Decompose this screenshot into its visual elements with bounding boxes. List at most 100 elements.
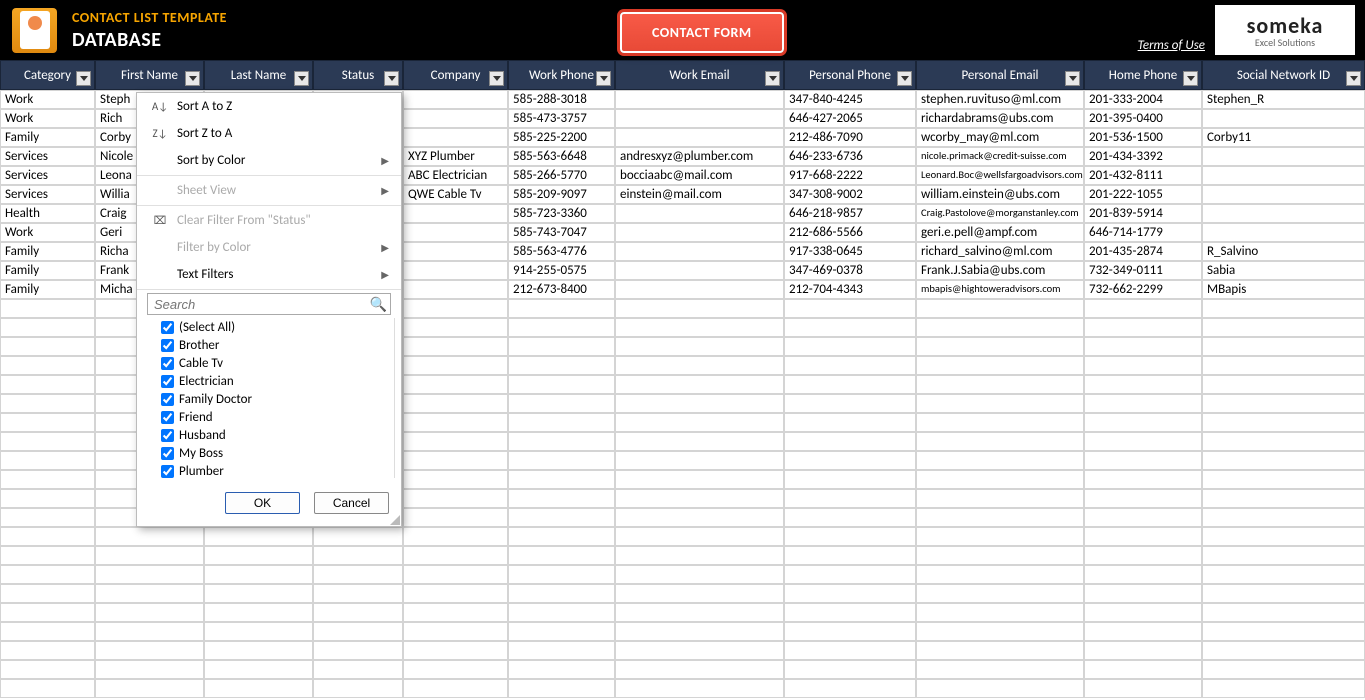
cell[interactable]	[403, 413, 508, 432]
column-header[interactable]: Work Phone	[508, 60, 615, 90]
cell[interactable]	[204, 565, 313, 584]
cell[interactable]	[615, 128, 784, 147]
cell[interactable]: 646-218-9857	[784, 204, 916, 223]
cell[interactable]: 201-435-2874	[1084, 242, 1202, 261]
cell[interactable]	[1202, 489, 1365, 508]
cell[interactable]	[615, 261, 784, 280]
filter-dropdown-icon[interactable]	[294, 71, 309, 86]
cell[interactable]: 212-673-8400	[508, 280, 615, 299]
cell[interactable]	[615, 242, 784, 261]
cell[interactable]	[0, 394, 95, 413]
filter-dropdown-icon[interactable]	[1065, 71, 1080, 86]
cell[interactable]	[784, 546, 916, 565]
cell[interactable]	[0, 660, 95, 679]
cell[interactable]	[784, 622, 916, 641]
cell[interactable]: 201-395-0400	[1084, 109, 1202, 128]
cell[interactable]	[1202, 527, 1365, 546]
filter-option[interactable]: Plumber	[161, 462, 390, 478]
cell[interactable]: 201-839-5914	[1084, 204, 1202, 223]
sort-az[interactable]: A↓Sort A to Z	[137, 93, 401, 120]
cell[interactable]	[508, 394, 615, 413]
cell[interactable]	[313, 603, 403, 622]
cell[interactable]	[615, 489, 784, 508]
cell[interactable]	[0, 413, 95, 432]
cell[interactable]	[1202, 603, 1365, 622]
filter-option[interactable]: Cable Tv	[161, 354, 390, 372]
cell[interactable]	[95, 546, 204, 565]
cell[interactable]	[784, 337, 916, 356]
cell[interactable]	[1084, 565, 1202, 584]
cell[interactable]	[403, 90, 508, 109]
table-row[interactable]	[0, 584, 1365, 603]
cell[interactable]: Work	[0, 90, 95, 109]
cell[interactable]: wcorby_may@ml.com	[916, 128, 1084, 147]
cell[interactable]	[508, 299, 615, 318]
cell[interactable]	[916, 546, 1084, 565]
cell[interactable]	[313, 622, 403, 641]
filter-checkbox[interactable]	[161, 393, 174, 406]
cell[interactable]	[1202, 546, 1365, 565]
cell[interactable]	[508, 489, 615, 508]
cell[interactable]	[615, 318, 784, 337]
cell[interactable]	[403, 432, 508, 451]
cell[interactable]	[403, 489, 508, 508]
cell[interactable]: Family	[0, 242, 95, 261]
cell[interactable]	[1084, 318, 1202, 337]
cell[interactable]	[0, 470, 95, 489]
cell[interactable]: 646-714-1779	[1084, 223, 1202, 242]
cell[interactable]	[204, 641, 313, 660]
cell[interactable]	[403, 356, 508, 375]
cell[interactable]	[916, 527, 1084, 546]
cell[interactable]	[403, 109, 508, 128]
cell[interactable]: einstein@mail.com	[615, 185, 784, 204]
cell[interactable]	[95, 584, 204, 603]
cell[interactable]	[1202, 660, 1365, 679]
cell[interactable]: 201-434-3392	[1084, 147, 1202, 166]
cell[interactable]	[1202, 679, 1365, 698]
cell[interactable]: 585-473-3757	[508, 109, 615, 128]
cell[interactable]: stephen.ruvituso@ml.com	[916, 90, 1084, 109]
cell[interactable]	[508, 337, 615, 356]
filter-dropdown-icon[interactable]	[76, 71, 91, 86]
cell[interactable]	[1202, 413, 1365, 432]
cell[interactable]	[508, 527, 615, 546]
cell[interactable]	[916, 299, 1084, 318]
cell[interactable]: 732-662-2299	[1084, 280, 1202, 299]
cell[interactable]	[95, 660, 204, 679]
cell[interactable]	[1084, 432, 1202, 451]
cell[interactable]	[508, 356, 615, 375]
cell[interactable]	[403, 546, 508, 565]
cell[interactable]	[508, 565, 615, 584]
cell[interactable]	[1084, 356, 1202, 375]
cell[interactable]	[0, 451, 95, 470]
cell[interactable]: Family	[0, 128, 95, 147]
cell[interactable]	[615, 204, 784, 223]
cell[interactable]	[1202, 147, 1365, 166]
cell[interactable]	[508, 432, 615, 451]
cell[interactable]	[403, 622, 508, 641]
cell[interactable]: 585-225-2200	[508, 128, 615, 147]
cell[interactable]	[1202, 641, 1365, 660]
cell[interactable]	[0, 375, 95, 394]
cell[interactable]	[615, 508, 784, 527]
cell[interactable]	[403, 280, 508, 299]
column-header[interactable]: Company	[403, 60, 508, 90]
cell[interactable]	[784, 394, 916, 413]
cell[interactable]: 585-563-4776	[508, 242, 615, 261]
column-header[interactable]: Personal Email	[916, 60, 1084, 90]
cell[interactable]: 917-668-2222	[784, 166, 916, 185]
cell[interactable]	[1202, 109, 1365, 128]
table-row[interactable]	[0, 565, 1365, 584]
cell[interactable]	[1084, 679, 1202, 698]
cell[interactable]	[0, 565, 95, 584]
cell[interactable]	[1084, 641, 1202, 660]
cell[interactable]	[1202, 318, 1365, 337]
cell[interactable]: 917-338-0645	[784, 242, 916, 261]
cell[interactable]	[615, 223, 784, 242]
cell[interactable]	[508, 641, 615, 660]
cell[interactable]	[313, 527, 403, 546]
cell[interactable]	[615, 470, 784, 489]
filter-checkbox[interactable]	[161, 429, 174, 442]
cell[interactable]	[403, 223, 508, 242]
cell[interactable]	[784, 641, 916, 660]
